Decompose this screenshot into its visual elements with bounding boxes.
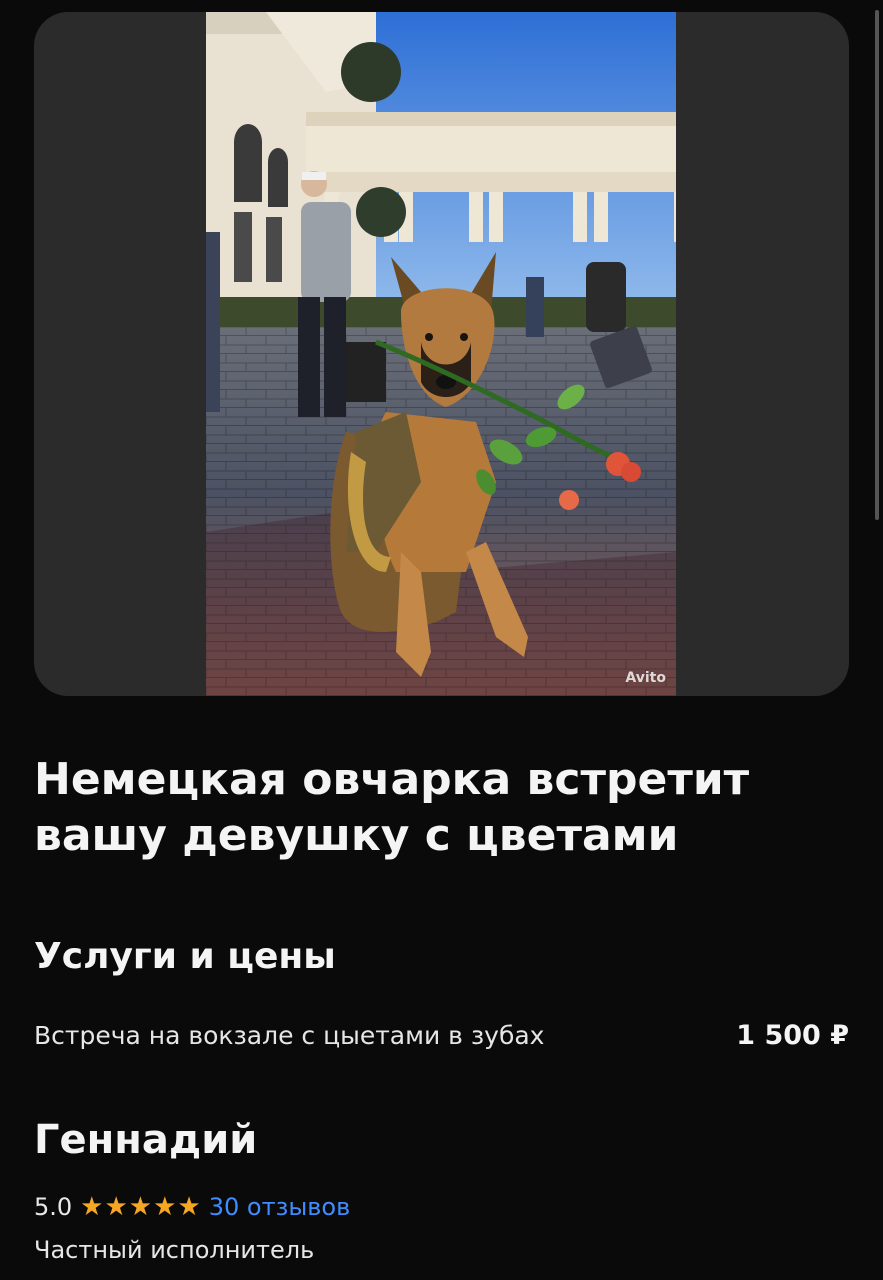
reviews-link[interactable]: 30 отзывов: [209, 1193, 351, 1221]
star-icon: ★: [128, 1192, 153, 1222]
dog-photo-illustration: [206, 12, 676, 696]
services-heading: Услуги и цены: [34, 936, 336, 977]
seller-rating: 5.0 ★ ★ ★ ★ ★ 30 отзывов: [34, 1190, 350, 1224]
listing-title: Немецкая овчарка встретит вашу девушку с…: [34, 754, 750, 861]
star-icon: ★: [104, 1192, 128, 1222]
service-name: Встреча на вокзале с цыетами в зубах: [34, 1020, 545, 1050]
rating-stars: ★ ★ ★ ★ ★: [80, 1194, 201, 1220]
seller-type: Частный исполнитель: [34, 1236, 315, 1264]
scrollbar[interactable]: [875, 10, 879, 520]
star-icon: ★: [80, 1192, 104, 1222]
photo-gallery[interactable]: Avito: [34, 12, 849, 696]
star-icon: ★: [177, 1192, 201, 1222]
rating-value: 5.0: [34, 1193, 73, 1221]
avito-watermark: Avito: [625, 670, 666, 686]
star-icon: ★: [153, 1192, 177, 1222]
seller-name[interactable]: Геннадий: [34, 1117, 257, 1163]
listing-photo[interactable]: Avito: [206, 12, 676, 696]
service-price: 1 500 ₽: [736, 1019, 849, 1051]
service-item[interactable]: Встреча на вокзале с цыетами в зубах 1 5…: [34, 1015, 849, 1055]
